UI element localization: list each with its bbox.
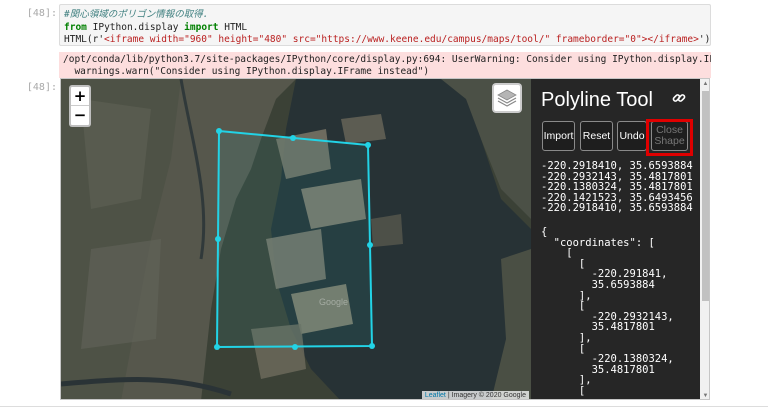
zoom-in-button[interactable]: + [71,87,89,106]
satellite-imagery [61,79,531,399]
reset-button[interactable]: Reset [580,121,613,151]
panel-title: Polyline Tool [541,89,653,111]
warning-line: /opt/conda/lib/python3.7/site-packages/I… [63,54,711,65]
code-html-close: ') [698,34,711,45]
code-from-keyword: from [64,21,87,33]
zoom-control: + − [69,85,91,127]
imagery-credit: | Imagery © 2020 Google [447,392,526,399]
code-import-name: HTML [224,21,248,33]
satellite-map[interactable]: Google + − Leaflet | Imagery © 2020 Goog… [61,79,531,399]
code-module: IPython.display [92,21,179,33]
geojson-output[interactable]: { "coordinates": [ [ [ -220.291841, 35.6… [541,227,674,397]
cell-divider [0,406,768,407]
code-html-call: HTML(r' [64,34,105,45]
map-attribution: Leaflet | Imagery © 2020 Google [421,391,529,399]
leaflet-link[interactable]: Leaflet [425,392,446,399]
scroll-down-arrow-icon[interactable]: ▼ [702,392,709,399]
highlight-box [646,119,693,156]
layers-button[interactable] [492,83,522,113]
zoom-out-button[interactable]: − [71,106,89,125]
warning-output: /opt/conda/lib/python3.7/site-packages/I… [59,52,711,78]
output-prompt: [48]: [26,82,57,93]
polyline-tool-panel: Polyline Tool Import Reset Undo Close Sh… [531,79,709,399]
code-cell[interactable]: #関心領域のポリゴン情報の取得. from IPython.display im… [59,4,711,46]
input-prompt: [48]: [26,8,57,19]
undo-button[interactable]: Undo [617,121,647,151]
layers-icon [497,89,517,107]
panel-scrollbar[interactable]: ▲ ▼ [700,79,709,399]
code-comment: #関心領域のポリゴン情報の取得. [64,9,209,20]
coordinates-list[interactable]: -220.2918410, 35.6593884 -220.2932143, 3… [541,161,693,214]
map-watermark: Google [319,297,349,307]
code-html-string: <iframe width="960" height="480" src="ht… [104,34,699,45]
code-import-keyword: import [184,21,219,33]
link-icon[interactable] [672,91,686,105]
warning-line: warnings.warn("Consider using IPython.di… [63,66,430,77]
iframe-output: Google + − Leaflet | Imagery © 2020 Goog… [60,78,710,400]
scroll-thumb[interactable] [702,91,709,301]
import-button[interactable]: Import [542,121,575,151]
scroll-up-arrow-icon[interactable]: ▲ [702,80,709,88]
